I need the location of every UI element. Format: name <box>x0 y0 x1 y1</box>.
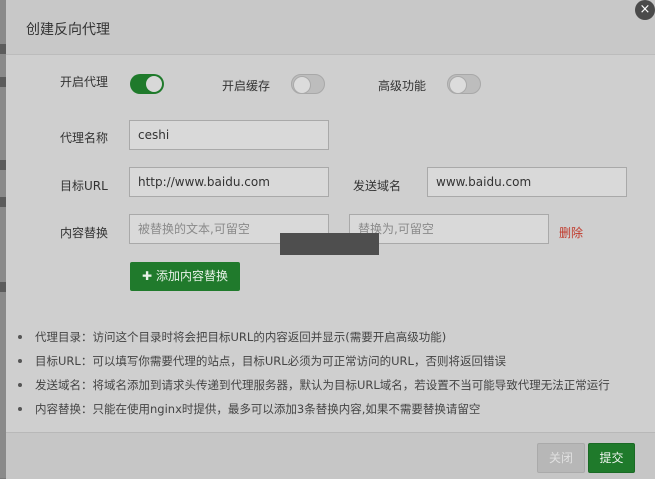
help-tips-list: 代理目录：访问这个目录时将会把目标URL的内容返回并显示(需要开启高级功能) 目… <box>6 325 655 421</box>
tip-text: 目标URL：可以填写你需要代理的站点，目标URL必须为可正常访问的URL，否则将… <box>35 354 506 368</box>
tip-item: 目标URL：可以填写你需要代理的站点，目标URL必须为可正常访问的URL，否则将… <box>6 349 655 373</box>
toggle-knob <box>449 76 467 94</box>
replace-to-input[interactable]: 替换为,可留空 <box>349 214 549 244</box>
dialog-title: 创建反向代理 <box>26 22 110 38</box>
tooltip-overlay <box>280 233 379 255</box>
add-content-replace-button[interactable]: ✚ 添加内容替换 <box>130 262 240 291</box>
send-domain-label: 发送域名 <box>353 179 402 193</box>
dialog-footer: 关闭 提交 <box>6 432 655 479</box>
delete-replace-link[interactable]: 删除 <box>559 224 583 241</box>
proxy-name-label: 代理名称 <box>60 131 109 145</box>
content-replace-label: 内容替换 <box>60 226 109 240</box>
submit-button[interactable]: 提交 <box>588 443 635 473</box>
advanced-toggle[interactable] <box>447 74 481 94</box>
proxy-toggle[interactable] <box>130 74 164 94</box>
tip-item: 代理目录：访问这个目录时将会把目标URL的内容返回并显示(需要开启高级功能) <box>6 325 655 349</box>
send-domain-input[interactable]: www.baidu.com <box>427 167 627 197</box>
add-button-label: 添加内容替换 <box>156 269 229 283</box>
advanced-toggle-label: 高级功能 <box>378 79 427 93</box>
cache-toggle-label: 开启缓存 <box>222 79 271 93</box>
plus-icon: ✚ <box>141 269 153 283</box>
dialog-header: 创建反向代理 <box>6 0 655 55</box>
bullet-icon <box>18 335 22 339</box>
tip-text: 内容替换：只能在使用nginx时提供，最多可以添加3条替换内容,如果不需要替换请… <box>35 402 481 416</box>
tip-text: 发送域名：将域名添加到请求头传递到代理服务器，默认为目标URL域名，若设置不当可… <box>35 378 610 392</box>
toggle-knob <box>146 76 162 92</box>
cache-toggle[interactable] <box>291 74 325 94</box>
target-url-label: 目标URL <box>60 179 108 193</box>
close-button[interactable]: 关闭 <box>537 443 585 473</box>
proxy-toggle-label: 开启代理 <box>60 75 109 89</box>
bullet-icon <box>18 407 22 411</box>
target-url-input[interactable]: http://www.baidu.com <box>129 167 329 197</box>
create-reverse-proxy-dialog: 创建反向代理 × 开启代理 开启缓存 高级功能 代理名称 ceshi 目标URL… <box>6 0 655 479</box>
bullet-icon <box>18 359 22 363</box>
tip-item: 发送域名：将域名添加到请求头传递到代理服务器，默认为目标URL域名，若设置不当可… <box>6 373 655 397</box>
tip-text: 代理目录：访问这个目录时将会把目标URL的内容返回并显示(需要开启高级功能) <box>35 330 447 344</box>
tip-item: 内容替换：只能在使用nginx时提供，最多可以添加3条替换内容,如果不需要替换请… <box>6 397 655 421</box>
close-icon[interactable]: × <box>635 0 655 20</box>
proxy-name-input[interactable]: ceshi <box>129 120 329 150</box>
toggle-knob <box>293 76 311 94</box>
bullet-icon <box>18 383 22 387</box>
